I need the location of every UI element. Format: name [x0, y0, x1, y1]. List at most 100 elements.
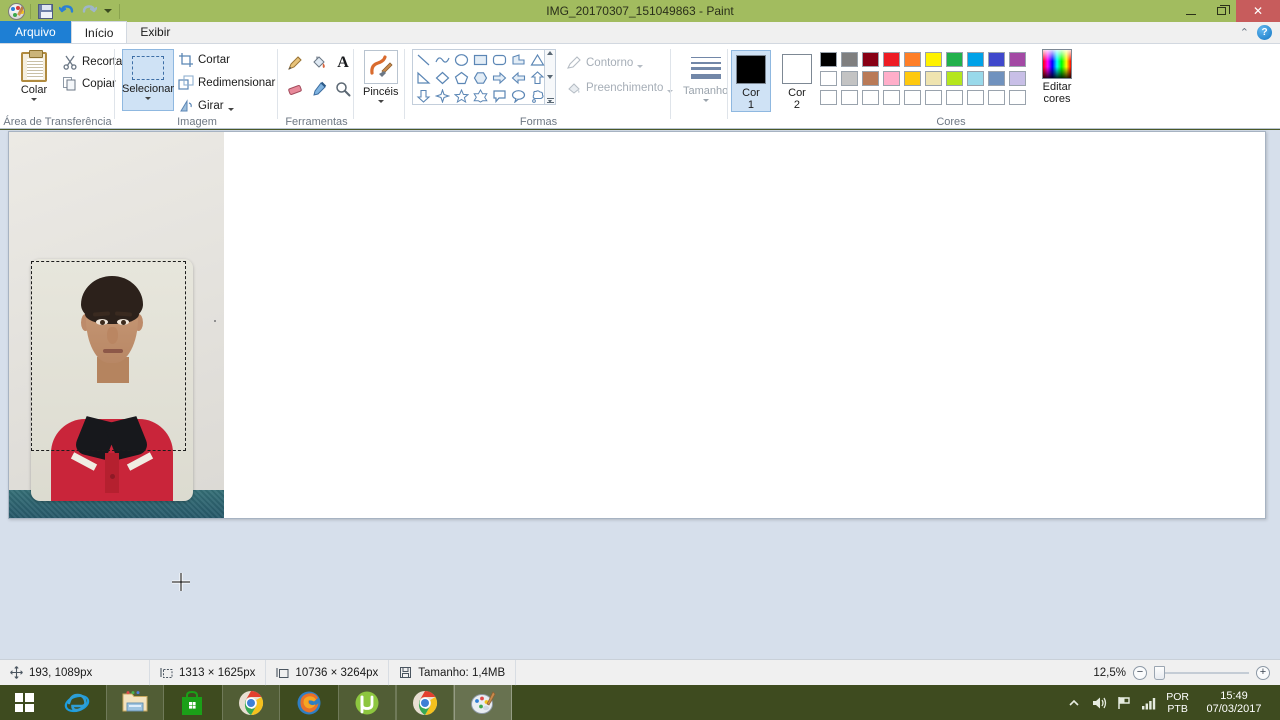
scroll-up-icon[interactable]	[547, 51, 553, 55]
paste-button[interactable]: Colar	[8, 48, 60, 101]
workspace[interactable]	[0, 130, 1280, 659]
color1-button[interactable]: Cor 1	[731, 50, 771, 112]
zoom-out-button[interactable]: −	[1133, 665, 1147, 680]
outline-button[interactable]: Contorno	[566, 53, 673, 73]
shape-six-point-star-icon[interactable]	[471, 87, 490, 105]
palette-swatch-r1-c6[interactable]	[923, 50, 944, 69]
utorrent-icon[interactable]	[338, 685, 396, 720]
crop-button[interactable]: Cortar	[178, 50, 275, 70]
selection-marquee[interactable]	[31, 261, 186, 451]
palette-swatch-r2-c3[interactable]	[860, 69, 881, 88]
fill-button[interactable]: Preenchimento	[566, 78, 674, 98]
volume-icon[interactable]	[1091, 695, 1107, 711]
shapes-gallery-scroll[interactable]	[545, 49, 556, 105]
start-button[interactable]	[0, 685, 48, 720]
magnifier-icon[interactable]	[331, 76, 355, 102]
edit-colors-button[interactable]: Editar cores	[1033, 49, 1081, 105]
palette-swatch-r2-c1[interactable]	[818, 69, 839, 88]
zoom-slider[interactable]	[1154, 665, 1249, 680]
action-center-flag-icon[interactable]	[1116, 695, 1132, 711]
outline-dropdown-icon[interactable]	[637, 64, 644, 68]
rotate-button[interactable]: Girar	[178, 96, 275, 116]
collapse-ribbon-icon[interactable]: ⌃	[1240, 26, 1249, 39]
color-palette[interactable]	[818, 50, 1028, 107]
zoom-slider-thumb[interactable]	[1154, 665, 1165, 680]
shape-diamond-icon[interactable]	[433, 69, 452, 87]
palette-swatch-r2-c7[interactable]	[944, 69, 965, 88]
canvas[interactable]	[8, 131, 1266, 519]
zoom-in-button[interactable]: +	[1256, 665, 1270, 680]
shape-right-arrow-icon[interactable]	[490, 69, 509, 87]
palette-swatch-r3-c2[interactable]	[839, 88, 860, 107]
tab-exibir[interactable]: Exibir	[127, 21, 183, 43]
shape-pentagon-icon[interactable]	[452, 69, 471, 87]
restore-button[interactable]	[1206, 0, 1236, 22]
shapes-gallery[interactable]	[412, 49, 545, 105]
shape-rectangle-icon[interactable]	[471, 51, 490, 69]
brushes-button[interactable]	[363, 50, 398, 84]
palette-swatch-r2-c8[interactable]	[965, 69, 986, 88]
shape-rounded-rectangle-icon[interactable]	[490, 51, 509, 69]
palette-swatch-r1-c1[interactable]	[818, 50, 839, 69]
palette-swatch-r1-c9[interactable]	[986, 50, 1007, 69]
tab-inicio[interactable]: Início	[70, 21, 128, 43]
shape-curve-icon[interactable]	[433, 51, 452, 69]
shape-four-point-star-icon[interactable]	[433, 87, 452, 105]
palette-swatch-r1-c2[interactable]	[839, 50, 860, 69]
shape-left-arrow-icon[interactable]	[509, 69, 528, 87]
language-indicator[interactable]: POR PTB	[1166, 691, 1189, 715]
select-dropdown-icon[interactable]	[145, 97, 151, 100]
undo-icon[interactable]	[56, 1, 78, 21]
shape-oval-callout-icon[interactable]	[509, 87, 528, 105]
palette-swatch-r2-c4[interactable]	[881, 69, 902, 88]
palette-swatch-r2-c5[interactable]	[902, 69, 923, 88]
chrome-icon-2[interactable]	[396, 685, 454, 720]
palette-swatch-r1-c8[interactable]	[965, 50, 986, 69]
firefox-icon[interactable]	[280, 685, 338, 720]
palette-swatch-r2-c2[interactable]	[839, 69, 860, 88]
shape-right-triangle-icon[interactable]	[414, 69, 433, 87]
title-bar[interactable]: IMG_20170307_151049863 - Paint ✕	[0, 0, 1280, 22]
palette-swatch-r1-c7[interactable]	[944, 50, 965, 69]
scroll-down-icon[interactable]	[547, 74, 553, 79]
show-hidden-icons-icon[interactable]	[1066, 695, 1082, 711]
palette-swatch-r3-c4[interactable]	[881, 88, 902, 107]
redo-icon[interactable]	[78, 1, 100, 21]
close-button[interactable]: ✕	[1236, 0, 1280, 22]
minimize-button[interactable]	[1176, 0, 1206, 22]
shape-down-arrow-icon[interactable]	[414, 87, 433, 105]
palette-swatch-r3-c3[interactable]	[860, 88, 881, 107]
internet-explorer-icon[interactable]	[48, 685, 106, 720]
paint-taskbar-icon[interactable]	[454, 685, 512, 720]
resize-button[interactable]: Redimensionar	[178, 73, 275, 93]
canvas-image[interactable]	[9, 132, 224, 518]
shape-five-point-star-icon[interactable]	[452, 87, 471, 105]
gallery-expand-icon[interactable]	[546, 98, 554, 103]
size-button[interactable]	[689, 53, 723, 83]
palette-swatch-r3-c10[interactable]	[1007, 88, 1028, 107]
palette-swatch-r1-c10[interactable]	[1007, 50, 1028, 69]
color-picker-icon[interactable]	[307, 76, 331, 102]
save-icon[interactable]	[34, 1, 56, 21]
palette-swatch-r2-c9[interactable]	[986, 69, 1007, 88]
palette-swatch-r1-c4[interactable]	[881, 50, 902, 69]
shape-polygon-icon[interactable]	[509, 51, 528, 69]
brushes-dropdown-icon[interactable]	[377, 100, 384, 103]
shape-rounded-callout-icon[interactable]	[490, 87, 509, 105]
palette-swatch-r1-c3[interactable]	[860, 50, 881, 69]
palette-swatch-r3-c1[interactable]	[818, 88, 839, 107]
shape-hexagon-icon[interactable]	[471, 69, 490, 87]
text-icon[interactable]: A	[331, 50, 355, 76]
palette-swatch-r3-c8[interactable]	[965, 88, 986, 107]
rotate-dropdown-icon[interactable]	[227, 107, 234, 111]
shape-oval-icon[interactable]	[452, 51, 471, 69]
paste-dropdown-icon[interactable]	[31, 98, 37, 101]
customize-qat-icon[interactable]	[100, 1, 116, 21]
palette-swatch-r3-c6[interactable]	[923, 88, 944, 107]
chrome-icon[interactable]	[222, 685, 280, 720]
fill-bucket-icon[interactable]	[307, 50, 331, 76]
palette-swatch-r2-c6[interactable]	[923, 69, 944, 88]
file-explorer-icon[interactable]	[106, 685, 164, 720]
pencil-icon[interactable]	[283, 50, 307, 76]
zoom-control[interactable]: 12,5% − +	[1086, 665, 1280, 680]
